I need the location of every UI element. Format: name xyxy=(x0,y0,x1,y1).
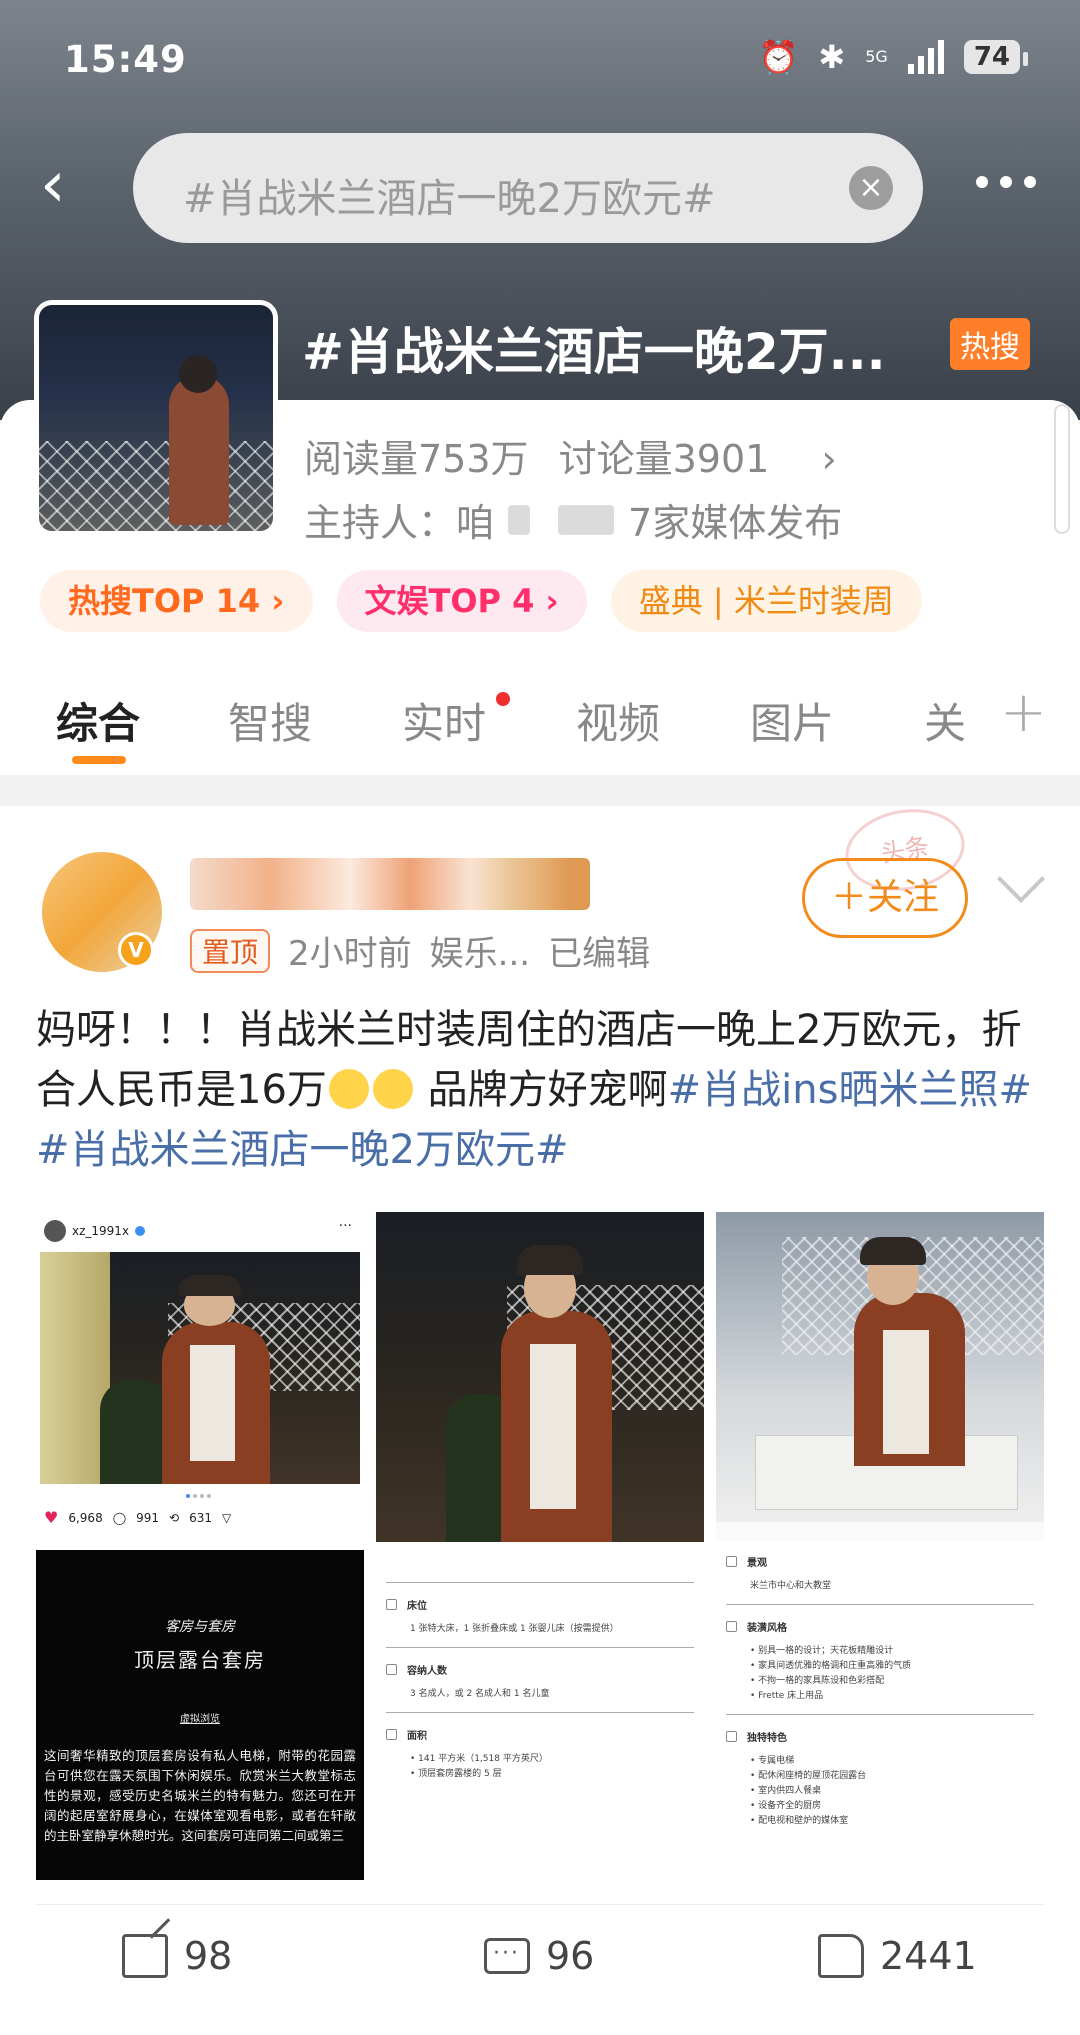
battery-icon: 74 xyxy=(963,40,1029,74)
comment-icon: ◯ xyxy=(112,1510,127,1525)
avatar xyxy=(44,1220,66,1242)
suite-title: 顶层露台套房 xyxy=(134,1648,266,1672)
ig-reposts: 631 xyxy=(189,1510,213,1525)
tab-images[interactable]: 图片 xyxy=(750,690,834,751)
verified-icon xyxy=(135,1226,146,1236)
post-text: 妈呀！！！肖战米兰时装周住的酒店一晚上2万欧元，折合人民币是16万 品牌方好宠啊… xyxy=(36,1007,1032,1173)
heart-icon: ♥ xyxy=(44,1508,59,1527)
search-bar[interactable]: #肖战米兰酒店一晚2万欧元# × xyxy=(133,133,923,243)
author-name[interactable] xyxy=(190,858,590,910)
event-chip[interactable]: 盛典 | 米兰时装周 xyxy=(610,570,922,632)
host-label: 主持人： xyxy=(304,501,457,545)
post-meta: 置顶 2小时前 娱乐... 已编辑 xyxy=(190,926,650,975)
post-image[interactable] xyxy=(376,1212,704,1542)
repost-icon xyxy=(122,1934,168,1978)
repost-count: 98 xyxy=(184,1934,233,1978)
like-count: 2441 xyxy=(880,1934,977,1978)
comment-icon xyxy=(484,1938,530,1974)
hashtag-link[interactable]: #肖战米兰酒店一晚2万欧元# xyxy=(36,1127,568,1173)
tab-smart-search[interactable]: 智搜 xyxy=(228,690,312,751)
chevron-right-icon: › xyxy=(821,437,837,481)
clear-icon[interactable]: × xyxy=(849,166,893,210)
signal-icon xyxy=(907,40,944,74)
chevron-down-icon[interactable] xyxy=(996,854,1046,904)
crying-emoji-icon xyxy=(328,1069,369,1109)
host-name[interactable]: 咱 xyxy=(456,492,494,547)
photo xyxy=(376,1212,704,1542)
topic-stats[interactable]: 阅读量753万 讨论量3901 › xyxy=(304,428,837,483)
tab-video[interactable]: 视频 xyxy=(576,690,660,751)
status-bar: 15:49 ⏰ ✱ 5G 74 xyxy=(0,0,1080,120)
topic-chips: 热搜TOP 14 › 文娱TOP 4 › 盛典 | 米兰时装周 xyxy=(40,570,922,632)
hot-badge: 热搜 xyxy=(950,318,1030,370)
alarm-icon: ⏰ xyxy=(758,38,799,76)
post-image[interactable]: 床位 1 张特大床，1 张折叠床或 1 张婴儿床（按需提供） 容纳人数 3 名成… xyxy=(376,1550,704,1880)
ig-header: xz_1991x xyxy=(44,1220,146,1242)
comment-button[interactable]: 96 xyxy=(484,1934,594,1978)
tab-general[interactable]: 综合 xyxy=(56,690,140,751)
thumbs-up-icon xyxy=(818,1934,864,1978)
repost-button[interactable]: 98 xyxy=(122,1934,232,1978)
edited-label: 已编辑 xyxy=(548,934,651,974)
hashtag-link[interactable]: #肖战ins晒米兰照# xyxy=(668,1067,1032,1113)
more-icon: ··· xyxy=(338,1218,352,1234)
post-image[interactable]: xz_1991x ··· ♥ 6,968 ◯ 991 ⟲ 631 ▽ xyxy=(36,1212,364,1542)
verified-icon: V xyxy=(118,932,154,968)
photo xyxy=(40,1252,360,1484)
crying-emoji-icon xyxy=(372,1069,413,1109)
ig-comments: 991 xyxy=(136,1510,160,1525)
post-card: 头条 V 置顶 2小时前 娱乐... 已编辑 ＋关注 妈呀！！！肖战米兰时装周住… xyxy=(0,800,1080,2035)
back-icon[interactable]: ‹ xyxy=(40,153,100,217)
add-tab-icon[interactable]: + xyxy=(1000,680,1047,745)
network-type: 5G xyxy=(865,47,888,66)
more-icon[interactable] xyxy=(976,176,1036,188)
status-icons: ⏰ ✱ 5G 74 xyxy=(758,38,1029,76)
repost-icon: ⟲ xyxy=(169,1510,180,1525)
hot-rank-chip[interactable]: 热搜TOP 14 › xyxy=(40,570,313,632)
suite-body: 这间奢华精致的顶层套房设有私人电梯，附带的花园露台可供您在露天氛围下休闲娱乐。欣… xyxy=(44,1748,356,1843)
image-grid: xz_1991x ··· ♥ 6,968 ◯ 991 ⟲ 631 ▽ 客房与套房… xyxy=(36,1212,1044,1880)
post-image[interactable]: 客房与套房 顶层露台套房 虚拟浏览 这间奢华精致的顶层套房设有私人电梯，附带的花… xyxy=(36,1550,364,1880)
scrollbar[interactable] xyxy=(1054,404,1070,534)
comment-count: 96 xyxy=(546,1934,595,1978)
share-icon: ▽ xyxy=(222,1510,232,1525)
post-source: 娱乐... xyxy=(429,934,531,974)
suite-subtitle: 客房与套房 xyxy=(165,1619,235,1635)
topic-cover-image[interactable] xyxy=(34,300,278,536)
tab-related[interactable]: 关 xyxy=(924,690,966,751)
tab-bar: 综合 智搜 实时 视频 图片 关 + xyxy=(0,670,1080,770)
follow-button[interactable]: ＋关注 xyxy=(802,858,968,938)
ig-username: xz_1991x xyxy=(72,1224,130,1238)
carousel-dots xyxy=(186,1494,211,1498)
divider xyxy=(36,1904,1044,1905)
like-button[interactable]: 2441 xyxy=(818,1934,977,1978)
discussion-count: 讨论量3901 xyxy=(558,437,770,481)
bluetooth-icon: ✱ xyxy=(818,38,846,76)
post-image[interactable] xyxy=(716,1212,1044,1542)
status-time: 15:49 xyxy=(64,38,187,81)
tab-indicator xyxy=(72,756,126,764)
blurred-name xyxy=(508,504,531,535)
media-count[interactable]: 7家媒体发布 xyxy=(628,492,842,547)
post-actions: 98 96 2441 xyxy=(0,1916,1080,2016)
read-count: 阅读量753万 xyxy=(304,437,529,481)
photo xyxy=(716,1212,1044,1522)
topic-title: #肖战米兰酒店一晚2万... xyxy=(302,323,886,381)
doc-features: 景观 米兰市中心和大教堂 装潢风格 • 别具一格的设计；天花板精雕设计 • 家具… xyxy=(726,1554,1034,1829)
ig-likes: 6,968 xyxy=(68,1510,103,1525)
doc-spec: 床位 1 张特大床，1 张折叠床或 1 张婴儿床（按需提供） 容纳人数 3 名成… xyxy=(386,1564,694,1782)
post-time: 2小时前 xyxy=(288,934,412,974)
pinned-badge: 置顶 xyxy=(190,928,271,973)
new-dot xyxy=(496,692,510,706)
suite-link: 虚拟浏览 xyxy=(180,1714,220,1725)
ent-rank-chip[interactable]: 文娱TOP 4 › xyxy=(336,570,587,632)
ig-actions: ♥ 6,968 ◯ 991 ⟲ 631 ▽ xyxy=(44,1508,231,1527)
search-query[interactable]: #肖战米兰酒店一晚2万欧元# xyxy=(183,166,715,224)
topic-host: 主持人： 咱 7家媒体发布 xyxy=(304,492,842,547)
tab-realtime[interactable]: 实时 xyxy=(402,690,486,751)
post-image[interactable]: 景观 米兰市中心和大教堂 装潢风格 • 别具一格的设计；天花板精雕设计 • 家具… xyxy=(716,1550,1044,1880)
blurred-name xyxy=(558,504,615,535)
